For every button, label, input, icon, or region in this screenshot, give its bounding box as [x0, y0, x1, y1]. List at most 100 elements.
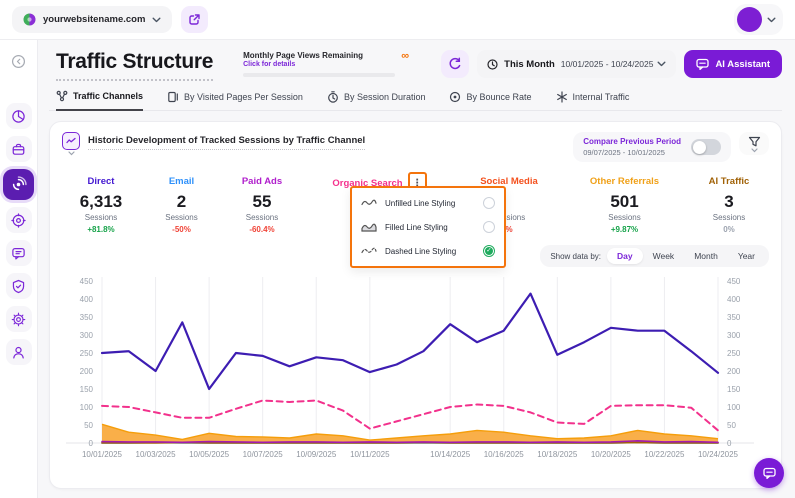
chevron-down-icon	[67, 151, 75, 156]
svg-text:100: 100	[80, 403, 94, 412]
workspace-icon	[11, 142, 26, 157]
sessions-unit-label: Sessions	[165, 213, 198, 222]
change-badge: -60.4%	[249, 225, 275, 234]
infinity-icon: ∞	[401, 50, 410, 62]
date-range-picker[interactable]: This Month 10/01/2025 - 10/24/2025	[477, 50, 677, 78]
svg-text:150: 150	[80, 385, 94, 394]
refresh-button[interactable]	[441, 50, 470, 78]
compare-range: 09/07/2025 - 10/01/2025	[583, 148, 665, 157]
chat-icon	[696, 58, 710, 71]
svg-text:100: 100	[727, 403, 741, 412]
traffic-chart-card: Historic Development of Tracked Sessions…	[49, 121, 782, 489]
change-badge: -50%	[172, 225, 191, 234]
svg-text:150: 150	[727, 385, 741, 394]
svg-text:400: 400	[727, 295, 741, 304]
svg-text:10/14/2025: 10/14/2025	[430, 450, 471, 459]
change-badge: 0%	[723, 225, 735, 234]
traffic-channels-icon	[56, 90, 68, 102]
ai-assistant-button[interactable]: AI Assistant	[684, 50, 782, 78]
compare-toggle[interactable]	[691, 139, 721, 155]
sidebar-item-workspace[interactable]	[5, 136, 32, 162]
external-link-icon	[188, 13, 201, 26]
tab-by-bounce-rate[interactable]: By Bounce Rate	[449, 90, 532, 110]
sidebar-item-traffic-structure[interactable]	[3, 169, 34, 200]
profile-icon	[11, 345, 26, 360]
compare-previous-period: Compare Previous Period 09/07/2025 - 10/…	[573, 132, 731, 162]
session-duration-icon	[327, 90, 339, 103]
sidebar-item-feedback[interactable]	[5, 240, 32, 266]
support-chat-button[interactable]	[754, 458, 784, 488]
channel-stat-direct: Direct 6,313 Sessions +81.8%	[58, 172, 144, 239]
chart-card-title: Historic Development of Tracked Sessions…	[88, 135, 366, 150]
sessions-unit-label: Sessions	[608, 213, 641, 222]
quota-details-link[interactable]: Click for details	[243, 61, 395, 68]
menu-item-filled-line-styling[interactable]: Filled Line Styling	[352, 215, 504, 239]
svg-text:10/03/2025: 10/03/2025	[136, 450, 177, 459]
sidebar-item-collapse[interactable]	[6, 48, 32, 74]
sidebar	[0, 40, 38, 498]
goals-icon	[11, 212, 26, 228]
refresh-icon	[448, 57, 462, 71]
granularity-option-week[interactable]: Week	[643, 248, 685, 264]
sidebar-item-analytics[interactable]	[5, 103, 32, 129]
granularity-option-day[interactable]: Day	[607, 248, 643, 264]
sessions-value: 3	[724, 192, 734, 211]
tab-by-visited-pages-per-session[interactable]: By Visited Pages Per Session	[167, 90, 303, 110]
menu-item-dashed-line-styling[interactable]: Dashed Line Styling ✓	[352, 239, 504, 263]
sessions-unit-label: Sessions	[84, 213, 118, 222]
period-label: This Month	[504, 58, 555, 70]
svg-text:10/20/2025: 10/20/2025	[591, 450, 632, 459]
tab-label: Internal Traffic	[572, 91, 630, 102]
website-name: yourwebsitename.com	[43, 14, 146, 25]
radio-icon[interactable]	[483, 197, 495, 209]
chat-icon	[762, 467, 776, 480]
pages-per-session-icon	[167, 91, 179, 103]
change-badge: +81.8%	[87, 225, 115, 234]
open-website-button[interactable]	[181, 6, 209, 33]
quota-widget: Monthly Page Views Remaining Click for d…	[243, 51, 409, 77]
chevron-down-icon	[750, 148, 758, 153]
page-title: Traffic Structure	[56, 50, 213, 81]
website-selector[interactable]: yourwebsitename.com	[12, 6, 173, 33]
channel-stat-email: Email 2 Sessions -50%	[145, 172, 219, 239]
website-favicon-icon	[23, 13, 36, 26]
change-badge: %	[505, 225, 513, 234]
sessions-value: 501	[610, 192, 639, 211]
svg-text:10/16/2025: 10/16/2025	[484, 450, 525, 459]
sidebar-item-goals[interactable]	[5, 207, 32, 233]
sessions-value: 55	[252, 192, 272, 211]
tab-label: By Bounce Rate	[466, 91, 532, 102]
menu-item-unfilled-line-styling[interactable]: Unfilled Line Styling	[352, 191, 504, 215]
traffic-structure-icon	[10, 176, 27, 193]
channel-stat-ai-traffic: AI Traffic 3 Sessions 0%	[685, 172, 773, 239]
compare-label: Compare Previous Period	[583, 137, 681, 146]
chevron-down-icon	[767, 17, 776, 23]
svg-text:0: 0	[727, 439, 732, 448]
svg-text:250: 250	[80, 349, 94, 358]
chevron-down-icon	[657, 61, 666, 67]
menu-item-label: Filled Line Styling	[385, 222, 448, 232]
sidebar-item-settings[interactable]	[5, 306, 32, 332]
svg-text:350: 350	[727, 313, 741, 322]
tab-traffic-channels[interactable]: Traffic Channels	[56, 90, 144, 111]
dashed-line-icon	[361, 246, 377, 256]
svg-text:300: 300	[80, 331, 94, 340]
radio-checked-icon[interactable]: ✓	[483, 245, 495, 257]
svg-text:250: 250	[727, 349, 741, 358]
tab-internal-traffic[interactable]: Internal Traffic	[556, 90, 630, 110]
clock-icon	[487, 58, 498, 70]
show-data-by-control: Show data by: Day Week Month Year	[540, 245, 769, 267]
filter-button[interactable]	[739, 132, 769, 155]
tab-by-session-duration[interactable]: By Session Duration	[327, 90, 425, 110]
sidebar-item-profile[interactable]	[5, 339, 32, 365]
granularity-option-year[interactable]: Year	[728, 248, 765, 264]
menu-item-label: Unfilled Line Styling	[385, 198, 456, 208]
sidebar-item-security[interactable]	[5, 273, 32, 299]
radio-icon[interactable]	[483, 221, 495, 233]
account-menu[interactable]	[734, 4, 783, 35]
security-icon	[11, 279, 26, 294]
bounce-rate-icon	[449, 91, 461, 103]
granularity-option-month[interactable]: Month	[684, 248, 728, 264]
tab-label: Traffic Channels	[73, 91, 144, 101]
svg-text:300: 300	[727, 331, 741, 340]
